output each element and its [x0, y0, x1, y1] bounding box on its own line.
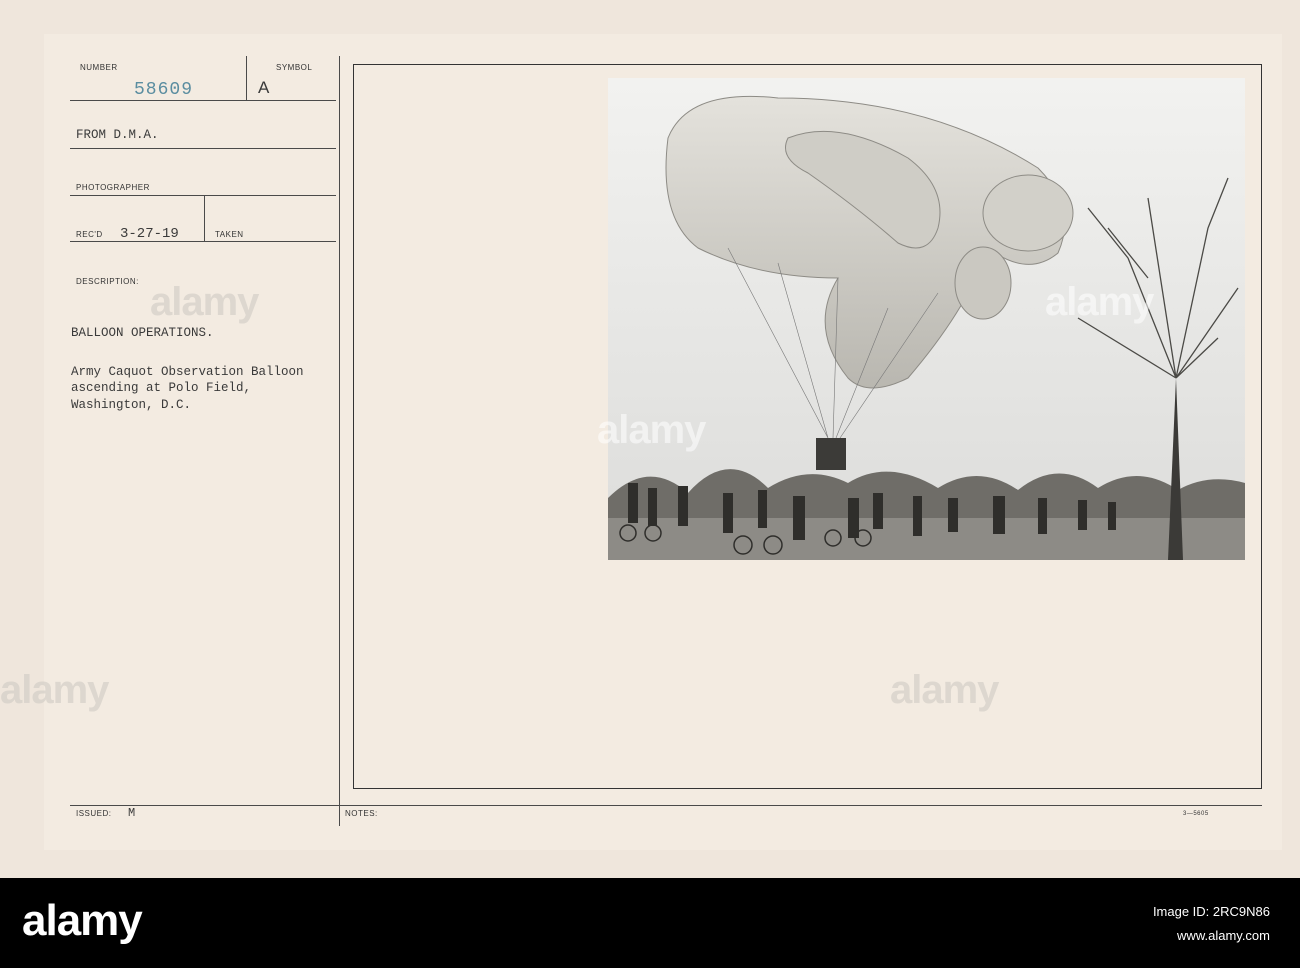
from-text: FROM D.M.A.: [76, 128, 159, 142]
symbol-label: SYMBOL: [276, 63, 313, 72]
watermark: alamy: [597, 408, 706, 452]
caption-line-1: Army Caquot Observation Balloon: [71, 365, 304, 379]
issued-rule: [70, 805, 1262, 806]
number-rule: [70, 100, 336, 101]
taken-label: TAKEN: [215, 230, 244, 239]
alamy-logo: alamy: [22, 896, 143, 945]
watermark: alamy: [0, 668, 109, 712]
from-rule: [70, 148, 336, 149]
number-label: NUMBER: [80, 63, 118, 72]
recd-taken-divider: [204, 196, 205, 241]
number-value: 58609: [134, 80, 194, 100]
symbol-value: A: [258, 78, 270, 97]
recd-label: REC'D: [76, 230, 103, 239]
issued-value: M: [128, 806, 136, 820]
image-id: Image ID: 2RC9N86: [1152, 904, 1270, 919]
archive-card: NUMBER 58609 SYMBOL A FROM D.M.A. PHOTOG…: [0, 0, 1300, 878]
recd-value: 3-27-19: [120, 226, 179, 242]
column-divider: [339, 56, 340, 826]
caption-line-2: ascending at Polo Field,: [71, 381, 252, 395]
number-symbol-divider: [246, 56, 247, 100]
recd-rule: [70, 241, 336, 242]
watermark: alamy: [1045, 280, 1154, 324]
caption-line-3: Washington, D.C.: [71, 398, 192, 412]
photographer-rule: [70, 195, 336, 196]
notes-label: NOTES:: [345, 809, 378, 818]
site-url: www.alamy.com: [1177, 928, 1270, 943]
watermark: alamy: [890, 668, 999, 712]
description-label: DESCRIPTION:: [76, 277, 139, 286]
description-title: BALLOON OPERATIONS.: [71, 326, 214, 340]
footer-band: [0, 878, 1300, 968]
issued-label: ISSUED:: [76, 809, 112, 818]
watermark: alamy: [150, 280, 259, 324]
form-code: 3—5605: [1183, 811, 1209, 817]
photographer-label: PHOTOGRAPHER: [76, 183, 150, 192]
